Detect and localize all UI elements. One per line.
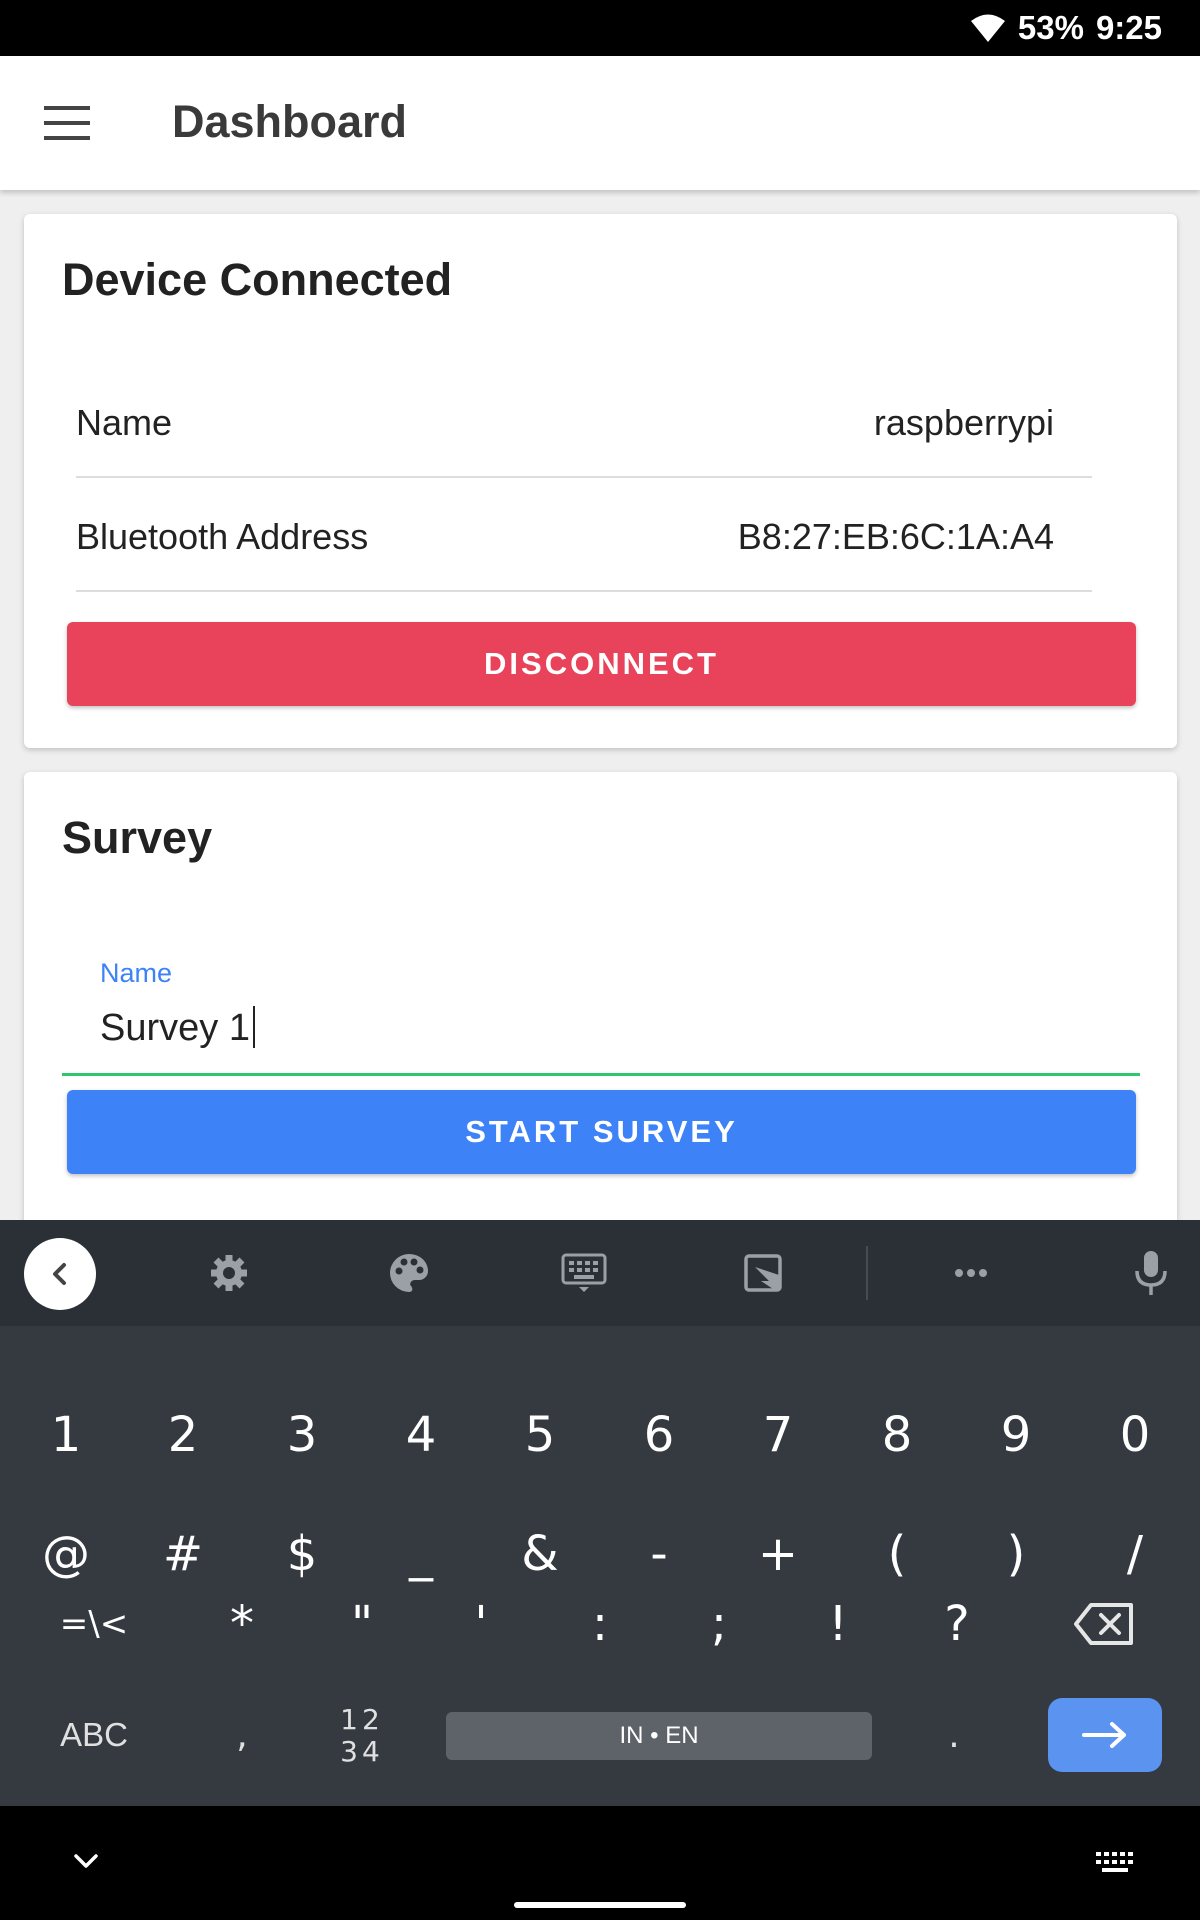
bluetooth-address-value: B8:27:EB:6C:1A:A4 xyxy=(737,516,1054,557)
status-bar: 53% 9:25 xyxy=(0,0,1200,56)
key-exclamation[interactable]: ! xyxy=(788,1574,888,1674)
settings-icon[interactable] xyxy=(204,1248,254,1298)
app-bar: Dashboard xyxy=(0,56,1200,190)
palette-icon[interactable] xyxy=(384,1248,434,1298)
key-5[interactable]: 5 xyxy=(490,1385,590,1485)
numpad-toggle-top: 12 xyxy=(340,1703,384,1736)
backspace-icon xyxy=(1074,1603,1133,1645)
key-9[interactable]: 9 xyxy=(966,1385,1066,1485)
wifi-icon xyxy=(970,14,1005,42)
key-comma[interactable]: , xyxy=(192,1685,292,1785)
key-question[interactable]: ? xyxy=(907,1574,1007,1674)
numpad-toggle-bottom: 34 xyxy=(340,1735,384,1768)
key-asterisk[interactable]: * xyxy=(192,1574,292,1674)
bluetooth-address-label: Bluetooth Address xyxy=(76,516,369,557)
disconnect-button[interactable]: DISCONNECT xyxy=(67,622,1136,706)
card-title-device: Device Connected xyxy=(62,254,453,305)
keyboard-switch-icon[interactable] xyxy=(1094,1850,1136,1880)
survey-name-value: Survey 1 xyxy=(100,1007,250,1049)
key-6[interactable]: 6 xyxy=(609,1385,709,1485)
survey-name-label: Name xyxy=(100,958,173,988)
key-single-quote[interactable]: ' xyxy=(431,1574,531,1674)
clock: 9:25 xyxy=(1095,9,1162,46)
numpad-toggle-key[interactable]: 12 34 xyxy=(322,1698,402,1776)
key-8[interactable]: 8 xyxy=(847,1385,947,1485)
soft-keyboard: 1 2 3 4 5 6 7 8 9 0 @ # $ _ & - + ( ) / … xyxy=(0,1220,1200,1806)
key-more-symbols[interactable]: =\< xyxy=(44,1574,144,1674)
screenshot-icon[interactable] xyxy=(738,1248,788,1298)
enter-key[interactable] xyxy=(1048,1698,1162,1772)
keyboard-icon[interactable] xyxy=(559,1248,609,1298)
key-3[interactable]: 3 xyxy=(252,1385,352,1485)
key-double-quote[interactable]: " xyxy=(312,1574,412,1674)
battery-percent: 53% xyxy=(1017,9,1084,46)
home-gesture-pill[interactable] xyxy=(514,1902,686,1908)
key-colon[interactable]: : xyxy=(550,1574,650,1674)
hide-keyboard-chevron-icon[interactable] xyxy=(66,1842,106,1882)
key-1[interactable]: 1 xyxy=(16,1385,116,1485)
navigation-bar xyxy=(0,1806,1200,1920)
bluetooth-address-row: Bluetooth Address B8:27:EB:6C:1A:A4 xyxy=(76,478,1092,592)
key-period[interactable]: . xyxy=(904,1685,1004,1785)
arrow-right-icon xyxy=(1082,1722,1126,1748)
page-title: Dashboard xyxy=(172,96,408,147)
start-survey-button[interactable]: START SURVEY xyxy=(67,1090,1136,1174)
key-4[interactable]: 4 xyxy=(371,1385,471,1485)
keyboard-toolbar xyxy=(0,1220,1200,1326)
backspace-key[interactable] xyxy=(1054,1574,1154,1674)
key-2[interactable]: 2 xyxy=(133,1385,233,1485)
device-name-row: Name raspberrypi xyxy=(76,364,1092,478)
spacebar[interactable]: IN • EN xyxy=(446,1712,872,1760)
key-semicolon[interactable]: ; xyxy=(669,1574,769,1674)
device-name-label: Name xyxy=(76,402,173,443)
toolbar-divider xyxy=(866,1246,868,1300)
text-caret xyxy=(252,1006,255,1048)
microphone-icon[interactable] xyxy=(1126,1248,1176,1298)
more-icon[interactable] xyxy=(946,1248,996,1298)
hamburger-menu-icon[interactable] xyxy=(44,106,90,140)
back-icon[interactable] xyxy=(24,1238,96,1310)
device-name-value: raspberrypi xyxy=(873,402,1054,443)
abc-key[interactable]: ABC xyxy=(44,1685,144,1785)
survey-name-input[interactable]: Survey 1 xyxy=(62,990,1140,1076)
card-title-survey: Survey xyxy=(62,812,213,863)
key-7[interactable]: 7 xyxy=(728,1385,828,1485)
key-0[interactable]: 0 xyxy=(1085,1385,1185,1485)
